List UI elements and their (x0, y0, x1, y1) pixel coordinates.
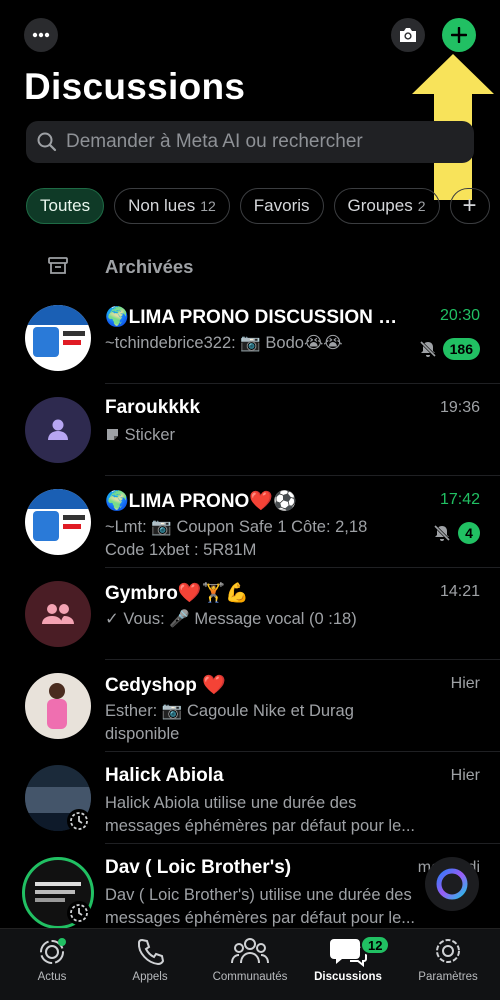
filter-groups[interactable]: Groupes 2 (333, 188, 440, 224)
chat-row[interactable]: Cedyshop ❤️ Hier Esther: 📷 Cagoule Nike … (0, 660, 500, 752)
unread-badge: 186 (442, 338, 480, 360)
chat-row[interactable]: 🌍LIMA PRONO❤️⚽ 17:42 ~Lmt: 📷 Coupon Safe… (0, 476, 500, 568)
meta-ai-button[interactable] (425, 857, 479, 911)
preview-line: Sticker (124, 426, 176, 444)
filter-count: 2 (417, 198, 426, 214)
filter-label: Toutes (40, 196, 91, 215)
chat-preview: ✓ Vous: 🎤 Message vocal (0 :18) (105, 608, 435, 631)
avatar (25, 673, 91, 739)
chat-row[interactable]: Gymbro❤️🏋️💪 14:21 ✓ Vous: 🎤 Message voca… (0, 568, 500, 660)
preview-line: Dav ( Loic Brother's) utilise une durée … (105, 886, 412, 904)
preview-line: Code 1xbet : 5R81M (105, 541, 257, 559)
bottom-nav: Actus Appels Communautés Discussions 12 … (0, 928, 500, 1000)
chat-name: Gymbro❤️🏋️💪 (105, 583, 249, 604)
preview-line: Halick Abiola utilise une durée des (105, 794, 357, 812)
chat-preview: Sticker (105, 424, 435, 447)
plus-icon (451, 27, 467, 43)
new-chat-button[interactable] (442, 18, 476, 52)
avatar (25, 397, 91, 463)
chat-row[interactable]: Halick Abiola Hier Halick Abiola utilise… (0, 752, 500, 844)
filter-favorites[interactable]: Favoris (239, 188, 324, 224)
nav-label: Paramètres (418, 971, 478, 983)
person-icon (48, 419, 68, 440)
nav-label: Actus (37, 971, 67, 983)
nav-label: Discussions (314, 971, 382, 983)
nav-badge: 12 (360, 935, 391, 955)
nav-communities[interactable]: Communautés (200, 935, 300, 995)
chat-preview: Dav ( Loic Brother's) utilise une durée … (105, 884, 435, 930)
filter-unread[interactable]: Non lues 12 (114, 188, 230, 224)
filter-count: 12 (200, 198, 216, 214)
chat-preview: ~Lmt: 📷 Coupon Safe 1 Côte: 2,18 Code 1x… (105, 516, 410, 562)
nav-updates[interactable]: Actus (2, 935, 102, 995)
preview-line: disponible (105, 725, 180, 743)
disappearing-timer-icon (67, 809, 91, 833)
chat-time: Hier (450, 675, 480, 692)
chat-name: Cedyshop ❤️ (105, 675, 226, 696)
chat-name: Faroukkkk (105, 397, 201, 418)
archive-icon (48, 257, 68, 274)
search-bar[interactable] (26, 121, 474, 163)
chat-time: 19:36 (439, 399, 480, 416)
chat-time: 20:30 (439, 307, 480, 324)
disappearing-timer-icon (67, 901, 91, 925)
plus-icon: + (462, 192, 477, 219)
communities-icon (231, 938, 269, 964)
add-filter-button[interactable]: + (449, 188, 490, 224)
nav-label: Appels (132, 971, 168, 983)
camera-icon (400, 28, 416, 42)
chat-row[interactable]: Faroukkkk 19:36 Sticker (0, 384, 500, 476)
muted-icon (433, 524, 451, 542)
camera-button[interactable] (391, 18, 425, 52)
nav-chats[interactable]: Discussions 12 (298, 935, 398, 995)
preview-line: ✓ Vous: 🎤 Message vocal (0 :18) (105, 610, 357, 628)
preview-line: Esther: 📷 Cagoule Nike et Durag (105, 702, 354, 720)
avatar (25, 305, 91, 371)
group-icon (42, 604, 74, 624)
more-options-button[interactable] (24, 18, 58, 52)
preview-line: messages éphémères par défaut pour le... (105, 909, 416, 927)
chat-name: 🌍LIMA PRONO❤️⚽ (105, 491, 297, 512)
archived-label: Archivées (105, 256, 194, 277)
updates-icon (40, 938, 66, 964)
chat-name: 🌍LIMA PRONO DISCUSSION ❤️... (105, 307, 415, 328)
chat-preview: ~tchindebrice322: 📷 Bodo😭😭 (105, 332, 410, 355)
filter-all[interactable]: Toutes (26, 188, 105, 224)
chat-time: Hier (450, 767, 480, 784)
nav-calls[interactable]: Appels (100, 935, 200, 995)
more-dots-icon (32, 32, 50, 38)
muted-icon (419, 340, 437, 358)
avatar (25, 489, 91, 555)
filter-label: Favoris (253, 196, 310, 215)
meta-ai-icon (436, 868, 468, 900)
chat-name: Dav ( Loic Brother's) (105, 857, 292, 878)
chat-name: Halick Abiola (105, 765, 224, 786)
preview-line: messages éphémères par défaut pour le... (105, 817, 416, 835)
chat-preview: Esther: 📷 Cagoule Nike et Durag disponib… (105, 700, 435, 746)
filter-label: Groupes (347, 196, 413, 215)
sticker-icon (107, 429, 118, 440)
nav-label: Communautés (212, 971, 288, 983)
filter-chips: Toutes Non lues 12 Favoris Groupes 2 + (26, 188, 490, 224)
filter-label: Non lues (128, 196, 196, 215)
chat-preview: Halick Abiola utilise une durée des mess… (105, 792, 435, 838)
phone-icon (137, 938, 165, 966)
preview-line: ~tchindebrice322: 📷 Bodo😭😭 (105, 334, 343, 352)
search-input[interactable] (66, 131, 456, 153)
nav-settings[interactable]: Paramètres (398, 935, 498, 995)
archived-row[interactable]: Archivées (0, 248, 500, 288)
search-icon (37, 132, 57, 152)
preview-line: ~Lmt: 📷 Coupon Safe 1 Côte: 2,18 (105, 518, 368, 536)
chat-time: 17:42 (439, 491, 480, 508)
avatar (25, 581, 91, 647)
page-title: Discussions (24, 66, 246, 107)
chat-row[interactable]: 🌍LIMA PRONO DISCUSSION ❤️... 20:30 ~tchi… (0, 292, 500, 384)
unread-badge: 4 (458, 522, 480, 544)
chat-time: 14:21 (439, 583, 480, 600)
settings-icon (436, 939, 460, 963)
